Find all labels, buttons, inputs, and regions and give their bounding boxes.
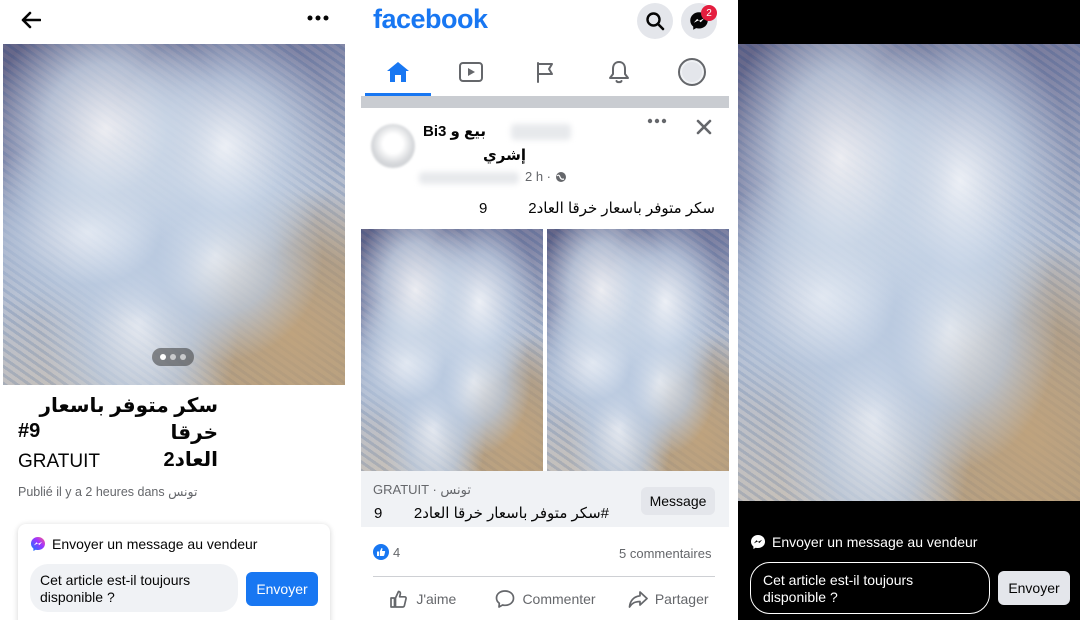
facebook-feed-panel: facebook 2 بيع و Bi3 إشري 2 h · سكر متوف… [361,0,729,620]
profile-icon [677,57,707,87]
share-icon [627,588,649,610]
reactions-summary[interactable]: 4 [373,544,400,560]
main-nav [361,48,729,96]
listing-title-line1: سكر متوفر باسعار خرقا [39,395,218,444]
message-seller-title: Envoyer un message au vendeur [750,534,977,550]
feed-separator [361,96,729,108]
avatar[interactable] [371,124,415,168]
post-photo-2[interactable] [547,229,729,472]
post-text: سكر متوفر باسعار خرقا العاد2 [528,200,715,217]
listing-preview[interactable]: GRATUIT · تونس #سكر متوفر باسعار خرقا ال… [361,471,729,527]
pagination-dot [160,354,166,360]
listing-photo[interactable] [3,44,345,385]
tab-home[interactable] [361,48,435,96]
globe-icon [555,171,567,183]
post-actions: J'aime Commenter Partager [361,584,729,614]
listing-price-location: GRATUIT · تونس [373,482,471,497]
message-input[interactable]: Cet article est-il toujours disponible ? [750,562,990,614]
post-time: 2 h · [525,169,567,184]
marketplace-listing-panel: سكر متوفر باسعار خرقا العاد2 #9 GRATUIT … [0,0,353,620]
listing-preview-title: #سكر متوفر باسعار خرقا العاد2 [413,505,609,522]
share-button[interactable]: Partager [606,584,729,614]
like-reaction-icon [373,544,389,560]
redacted-text [511,124,571,140]
actions-divider [373,576,715,577]
pagination-dot [170,354,176,360]
like-button[interactable]: J'aime [361,584,484,614]
listing-title-hash: #9 [18,420,41,442]
home-icon [385,60,411,84]
comments-count[interactable]: 5 commentaires [619,546,711,561]
pages-flag-icon [533,60,557,84]
message-seller-card: Envoyer un message au vendeur Cet articl… [18,524,330,620]
post-photo-1[interactable] [361,229,543,472]
post-time-label: 2 h · [525,169,552,184]
watch-icon [458,61,484,83]
message-seller-label: Envoyer un message au vendeur [772,534,978,550]
fullscreen-photo[interactable] [738,44,1080,501]
listing-preview-number: 9 [374,505,383,522]
tab-pages[interactable] [508,48,582,96]
post-more-icon[interactable] [647,118,667,124]
comment-label: Commenter [522,591,596,607]
like-label: J'aime [416,591,457,607]
pagination-dot [180,354,186,360]
comment-icon [494,588,516,610]
like-icon [388,588,410,610]
arrow-left-icon[interactable] [18,8,44,32]
notifications-bell-icon [607,59,631,85]
listing-title-line2: العاد2 [163,449,218,471]
tab-watch[interactable] [435,48,509,96]
search-icon [645,11,665,31]
messenger-icon [750,534,766,550]
message-button[interactable]: Message [641,487,715,515]
message-seller-title: Envoyer un message au vendeur [30,536,257,552]
photo-viewer-panel: Envoyer un message au vendeur Cet articl… [738,0,1080,620]
listing-price: GRATUIT [18,451,100,472]
message-seller-label: Envoyer un message au vendeur [52,536,258,552]
redacted-text [419,172,519,184]
send-button[interactable]: Envoyer [246,572,318,606]
comment-button[interactable]: Commenter [484,584,607,614]
messenger-icon [30,536,46,552]
close-icon[interactable] [695,118,713,136]
tab-notifications[interactable] [582,48,656,96]
reactions-count: 4 [393,544,401,560]
tab-profile[interactable] [655,48,729,96]
search-button[interactable] [637,3,673,39]
more-horizontal-icon[interactable] [305,6,331,30]
post-text-number: 9 [479,200,488,217]
facebook-logo[interactable]: facebook [373,4,488,35]
post-author-line2[interactable]: إشري [483,146,526,164]
listing-published: Publié il y a 2 heures dans تونس [18,485,198,499]
share-label: Partager [654,591,709,607]
message-input[interactable]: Cet article est-il toujours disponible ? [30,564,238,612]
photo-pagination-dots [152,348,194,366]
messenger-badge: 2 [701,5,717,21]
send-button[interactable]: Envoyer [998,571,1070,605]
